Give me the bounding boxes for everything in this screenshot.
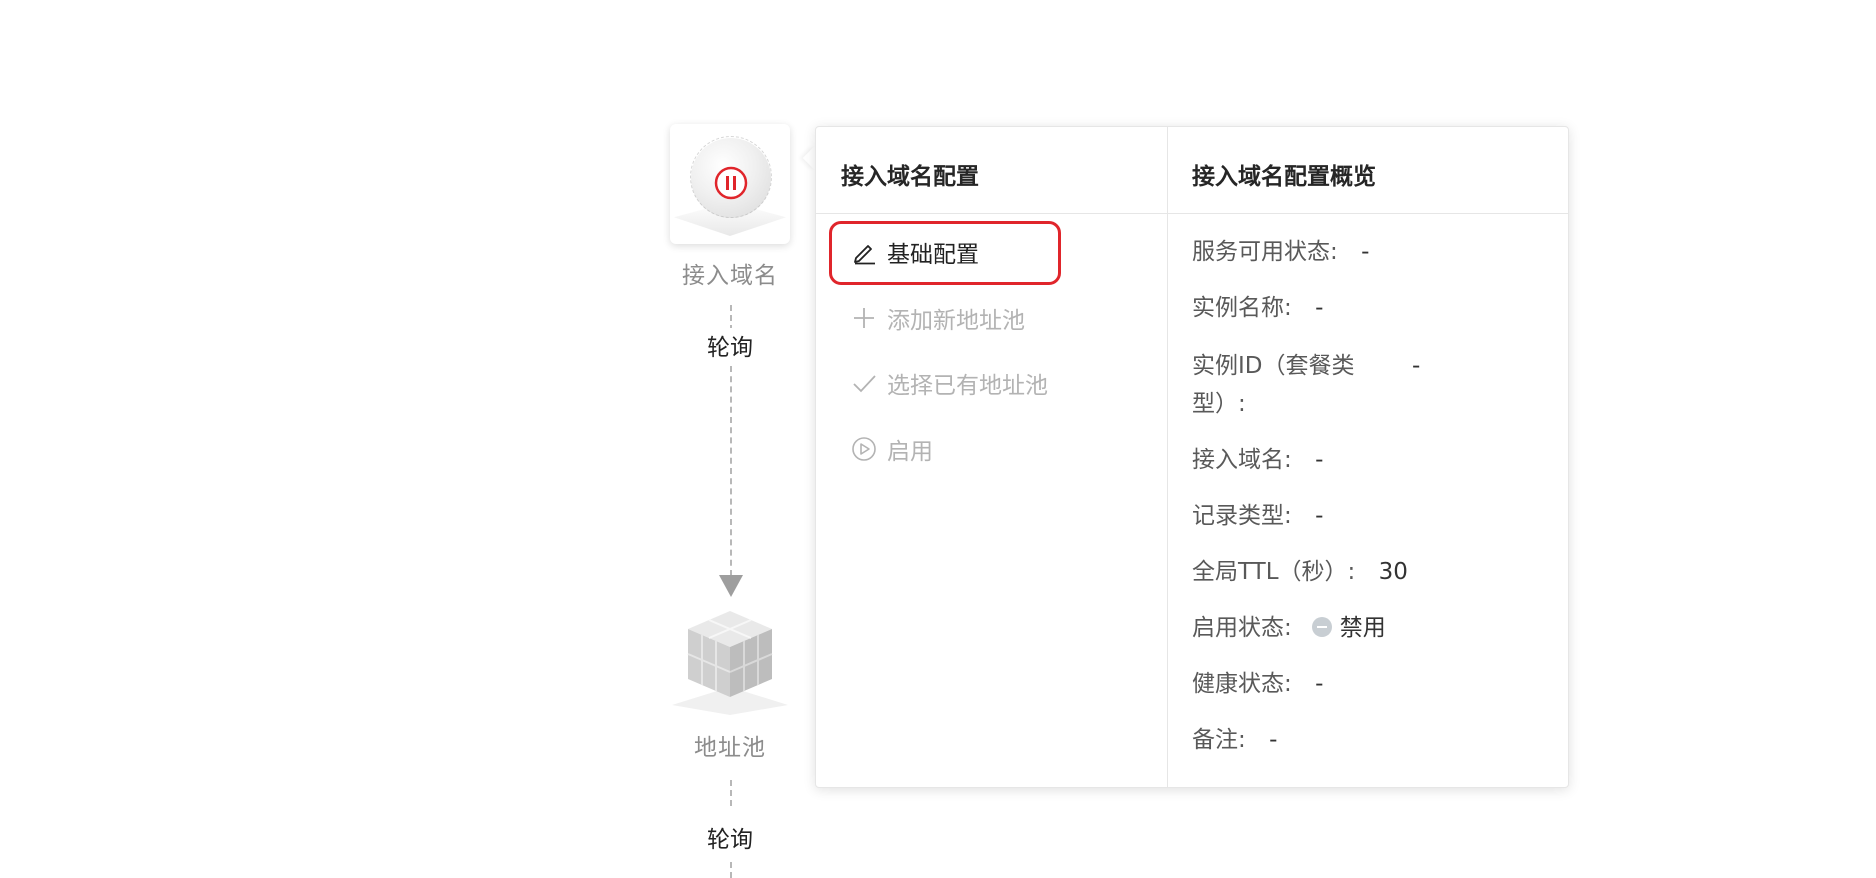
health-status-row: 健康状态: - <box>1192 665 1323 703</box>
health-status-label: 健康状态: <box>1192 671 1292 697</box>
connector-line <box>730 780 732 806</box>
menu-add-new-pool[interactable]: 添加新地址池 <box>851 298 1025 338</box>
connector-line <box>730 366 732 576</box>
address-pool-node-label: 地址池 <box>694 735 766 761</box>
instance-id-label: 实例ID（套餐类型）: <box>1192 353 1355 417</box>
menu-select-existing-pool[interactable]: 选择已有地址池 <box>851 363 1048 403</box>
ttl-row: 全局TTL（秒）: 30 <box>1192 553 1408 591</box>
domain-label: 接入域名: <box>1192 447 1292 473</box>
instance-name-row: 实例名称: - <box>1192 289 1323 327</box>
remark-row: 备注: - <box>1192 721 1277 759</box>
domain-config-popover: 接入域名配置 接入域名配置概览 基础配置 添加新地址池 选择已有地址池 启用 服… <box>815 126 1569 788</box>
record-type-label: 记录类型: <box>1192 503 1292 529</box>
address-pool-cube-icon <box>672 611 788 715</box>
menu-enable[interactable]: 启用 <box>851 429 933 469</box>
instance-name-value: - <box>1315 295 1324 321</box>
menu-enable-label: 启用 <box>887 439 933 465</box>
remark-value: - <box>1269 727 1278 753</box>
ttl-value: 30 <box>1378 559 1408 585</box>
pause-status-icon <box>714 166 748 200</box>
plus-icon <box>854 308 874 328</box>
edge-label-polling: 轮询 <box>670 328 790 362</box>
service-status-row: 服务可用状态: - <box>1192 233 1369 271</box>
edge-label-polling: 轮询 <box>670 820 790 854</box>
play-circle-icon <box>852 437 876 461</box>
record-type-value: - <box>1315 503 1324 529</box>
menu-select-existing-pool-label: 选择已有地址池 <box>887 373 1048 399</box>
service-status-value: - <box>1361 239 1370 265</box>
remark-label: 备注: <box>1192 727 1246 753</box>
column-divider <box>1167 127 1168 787</box>
instance-name-label: 实例名称: <box>1192 295 1292 321</box>
ttl-label: 全局TTL（秒）: <box>1192 559 1356 585</box>
check-icon <box>853 375 876 393</box>
menu-basic-config[interactable]: 基础配置 <box>851 232 979 272</box>
config-menu-title: 接入域名配置 <box>841 164 979 190</box>
disabled-status-icon <box>1311 616 1332 637</box>
enable-status-row: 启用状态: 禁用 <box>1192 609 1386 647</box>
domain-value: - <box>1315 447 1324 473</box>
enable-status-value: 禁用 <box>1339 615 1386 641</box>
service-status-label: 服务可用状态: <box>1192 239 1338 265</box>
arrow-down-icon <box>719 575 743 597</box>
overview-title: 接入域名配置概览 <box>1192 164 1376 190</box>
domain-node-label: 接入域名 <box>682 263 778 289</box>
menu-basic-config-label: 基础配置 <box>887 242 979 268</box>
menu-add-new-pool-label: 添加新地址池 <box>887 308 1025 334</box>
header-divider <box>816 213 1568 214</box>
health-status-value: - <box>1315 671 1324 697</box>
edit-icon <box>854 245 875 265</box>
connector-line <box>730 862 732 878</box>
domain-node[interactable] <box>670 124 790 244</box>
instance-id-value: - <box>1412 353 1421 379</box>
domain-row: 接入域名: - <box>1192 441 1323 479</box>
enable-status-label: 启用状态: <box>1192 615 1292 641</box>
record-type-row: 记录类型: - <box>1192 497 1323 535</box>
